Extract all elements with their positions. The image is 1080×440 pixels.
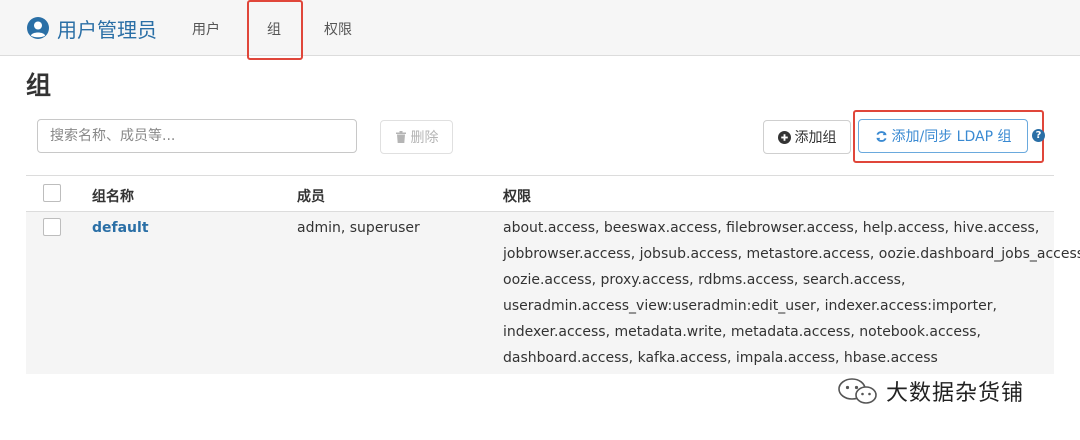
search-input[interactable] (37, 119, 357, 153)
page-title: 组 (26, 71, 52, 100)
column-header-permissions: 权限 (503, 189, 531, 205)
add-group-button[interactable]: 添加组 (763, 120, 851, 154)
row-checkbox[interactable] (43, 218, 61, 236)
group-permissions: about.access, beeswax.access, filebrowse… (503, 218, 1080, 374)
table-row: default admin, superuser about.access, b… (26, 212, 1080, 374)
column-header-members: 成员 (297, 189, 325, 205)
plus-circle-icon (777, 130, 791, 144)
permission-line: dashboard.access, kafka.access, impala.a… (503, 350, 938, 366)
trash-icon (395, 131, 406, 143)
app-brand[interactable]: 用户管理员 (26, 15, 157, 42)
add-group-button-label: 添加组 (794, 130, 837, 146)
table-header: 组名称 成员 权限 (26, 175, 1054, 212)
watermark-text: 大数据杂货铺 (886, 381, 1025, 406)
permission-line: useradmin.access_view:useradmin:edit_use… (503, 298, 997, 314)
group-members: admin, superuser (297, 220, 420, 236)
highlight-box-ldap-button (853, 110, 1044, 163)
permission-line: indexer.access, metadata.write, metadata… (503, 324, 982, 340)
select-all-checkbox[interactable] (43, 184, 61, 202)
column-header-group-name[interactable]: 组名称 (92, 186, 134, 206)
help-icon[interactable]: ? (1032, 129, 1045, 142)
delete-button-label: 删除 (410, 130, 439, 146)
app-title: 用户管理员 (57, 17, 157, 42)
permission-line: oozie.access, proxy.access, rdbms.access… (503, 272, 906, 288)
top-navbar: 用户管理员 用户 组 权限 (0, 0, 1080, 56)
nav-tab-users[interactable]: 用户 (192, 19, 220, 39)
permission-line: about.access, beeswax.access, filebrowse… (503, 220, 1040, 236)
watermark: 大数据杂货铺 (836, 374, 1056, 408)
permission-line: jobbrowser.access, jobsub.access, metast… (503, 246, 1080, 262)
delete-button[interactable]: 删除 (380, 120, 453, 154)
nav-tab-permissions[interactable]: 权限 (324, 19, 352, 39)
highlight-box-groups-tab (247, 0, 303, 60)
group-name-link[interactable]: default (92, 220, 149, 236)
wechat-logo-icon (838, 378, 877, 404)
user-circle-icon (27, 17, 49, 39)
